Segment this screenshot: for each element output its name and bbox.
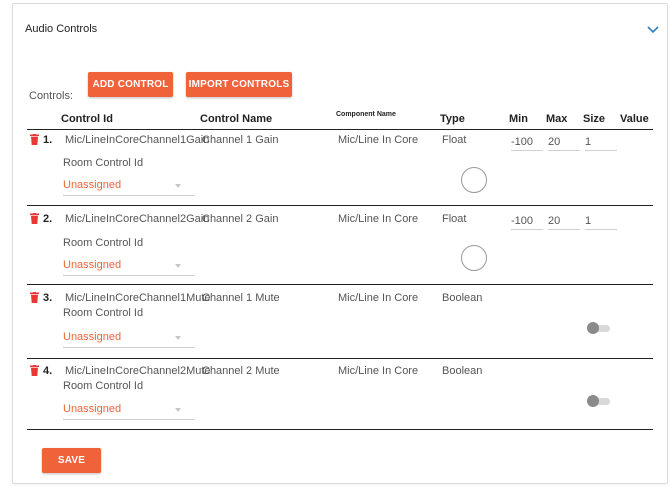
import-controls-button[interactable]: IMPORT CONTROLS [186,72,292,97]
trash-icon[interactable] [30,292,39,303]
value-toggle[interactable] [587,322,613,334]
row-number: 2. [43,213,53,225]
room-control-id-value: Unassigned [63,179,122,191]
control-name-field[interactable]: Channel 2 Gain [202,213,278,225]
trash-icon[interactable] [30,134,39,145]
trash-icon[interactable] [30,213,39,224]
room-control-id-label: Room Control Id [63,307,144,319]
room-control-id-select[interactable]: Unassigned [63,403,195,420]
control-id-field[interactable]: Mic/LineInCoreChannel1Mute [65,292,211,304]
size-input[interactable]: 1 [585,215,617,230]
room-control-id-select[interactable]: Unassigned [63,179,195,196]
room-control-id-value: Unassigned [63,331,122,343]
header-size: Size [583,113,606,125]
type-field[interactable]: Boolean [442,365,482,377]
room-control-id-label: Room Control Id [63,237,144,249]
value-knob[interactable] [461,167,487,193]
header-max: Max [546,113,568,125]
toggle-knob [587,395,599,407]
control-id-field[interactable]: Mic/LineInCoreChannel1Gain [65,134,209,146]
dropdown-arrow-icon [175,408,181,412]
component-name-field[interactable]: Mic/Line In Core [338,134,418,146]
max-input[interactable]: 20 [548,136,580,151]
panel-title: Audio Controls [25,23,98,35]
value-knob[interactable] [461,245,487,271]
max-input[interactable]: 20 [548,215,580,230]
control-id-field[interactable]: Mic/LineInCoreChannel2Gain [65,213,209,225]
size-input[interactable]: 1 [585,136,617,151]
dropdown-arrow-icon [175,264,181,268]
header-component-name: Component Name [336,111,396,118]
control-name-field[interactable]: Channel 1 Gain [202,134,278,146]
type-field[interactable]: Float [442,213,466,225]
dropdown-arrow-icon [175,336,181,340]
control-name-field[interactable]: Channel 2 Mute [202,365,280,377]
dropdown-arrow-icon [175,184,181,188]
add-control-button[interactable]: ADD CONTROL [88,72,173,97]
control-id-field[interactable]: Mic/LineInCoreChannel2Mute [65,365,211,377]
component-name-field[interactable]: Mic/Line In Core [338,365,418,377]
room-control-id-select[interactable]: Unassigned [63,331,195,348]
header-value: Value [620,113,649,125]
row-number: 3. [43,292,53,304]
room-control-id-value: Unassigned [63,259,122,271]
controls-label: Controls: [29,90,74,102]
row-divider [27,205,653,206]
header-divider [27,129,653,130]
row-divider [27,429,653,430]
room-control-id-label: Room Control Id [63,380,144,392]
save-button[interactable]: SAVE [42,448,101,473]
component-name-field[interactable]: Mic/Line In Core [338,292,418,304]
room-control-id-select[interactable]: Unassigned [63,259,195,276]
min-input[interactable]: -100 [511,136,543,151]
header-min: Min [509,113,528,125]
room-control-id-value: Unassigned [63,403,122,415]
header-control-name: Control Name [200,113,273,125]
row-divider [27,358,653,359]
row-number: 1. [43,134,53,146]
trash-icon[interactable] [30,365,39,376]
toggle-knob [587,322,599,334]
type-field[interactable]: Float [442,134,466,146]
control-name-field[interactable]: Channel 1 Mute [202,292,280,304]
min-input[interactable]: -100 [511,215,543,230]
header-type: Type [440,113,465,125]
room-control-id-label: Room Control Id [63,157,144,169]
row-number: 4. [43,365,53,377]
component-name-field[interactable]: Mic/Line In Core [338,213,418,225]
chevron-down-icon[interactable] [646,24,660,36]
type-field[interactable]: Boolean [442,292,482,304]
header-control-id: Control Id [61,113,113,125]
audio-controls-panel: Audio Controls Controls: ADD CONTROL IMP… [12,3,668,484]
row-divider [27,284,653,285]
value-toggle[interactable] [587,395,613,407]
